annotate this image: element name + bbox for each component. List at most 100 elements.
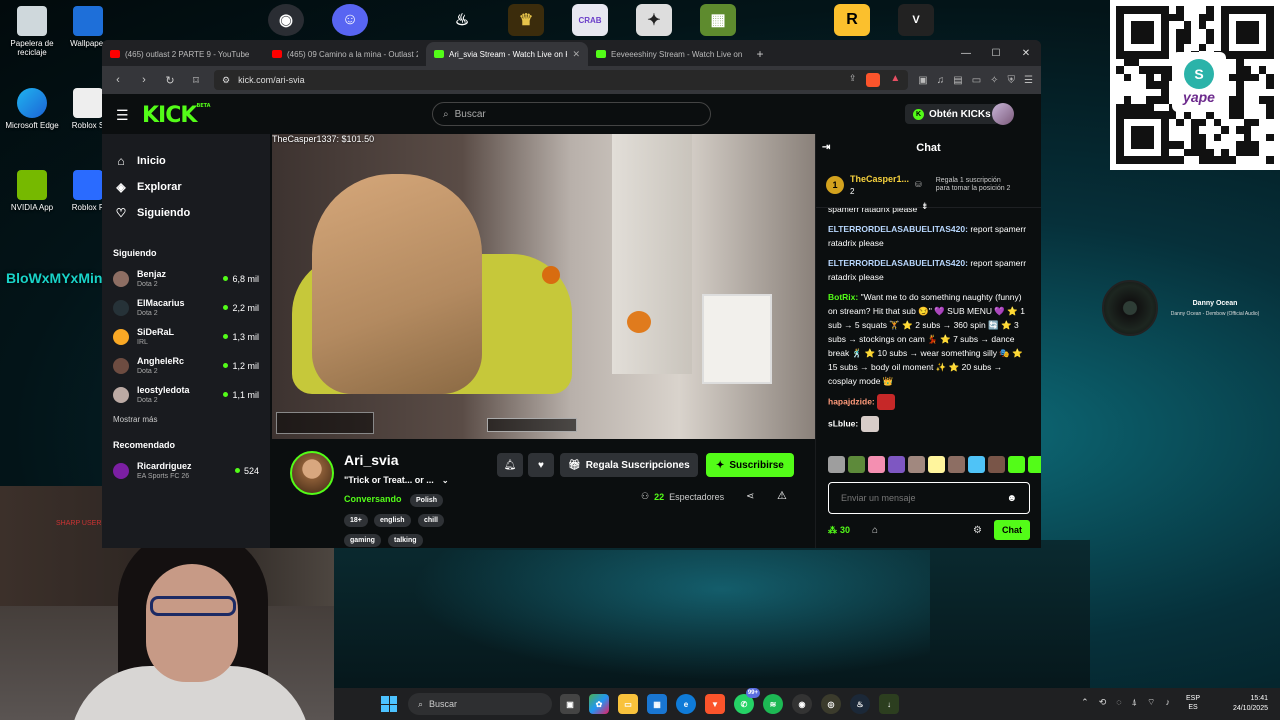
emote-icon[interactable] <box>948 456 965 473</box>
music-icon[interactable]: ♫ <box>937 75 945 86</box>
tag-talking[interactable]: talking <box>388 534 423 547</box>
follow-button[interactable]: ♥ <box>528 453 554 477</box>
emoji-picker-icon[interactable]: ☻ <box>1006 493 1017 504</box>
steam-taskbar-icon[interactable]: ♨ <box>850 694 870 714</box>
tab-kick-eeveeeshiny[interactable]: Eeveeeshiny Stream - Watch Live on Kick <box>588 42 750 66</box>
network-alt-icon[interactable]: ⟲ <box>1099 697 1107 708</box>
language-indicator[interactable]: ESP ES <box>1186 694 1200 712</box>
minimize-icon[interactable]: — <box>951 40 981 66</box>
gta-v-icon[interactable]: V <box>898 4 934 36</box>
search-input[interactable]: ⌕ Buscar <box>432 102 711 126</box>
kick-app-icon[interactable]: ↓ <box>879 694 899 714</box>
rockstar-icon[interactable]: R <box>834 4 870 36</box>
following-channel[interactable]: AngheleRc Dota 2 1,2 mil <box>102 351 270 380</box>
show-more-link[interactable]: Mostrar más <box>102 415 270 424</box>
reload-icon[interactable]: ↻ <box>162 74 178 87</box>
forward-icon[interactable]: › <box>136 74 152 86</box>
game-shortcut-icon[interactable]: ♛ <box>508 4 544 36</box>
vpn-icon[interactable]: ⛨ <box>1008 75 1016 86</box>
reader-icon[interactable]: ▤ <box>953 75 962 86</box>
brave-shields-icon[interactable] <box>866 73 881 87</box>
close-window-icon[interactable]: ✕ <box>1011 40 1041 66</box>
chat-username[interactable]: hapajdzide: <box>828 396 875 406</box>
chevron-up-icon[interactable]: ⌃ <box>1081 697 1089 708</box>
gift-cta-text[interactable]: Regala 1 suscripción para tomar la posic… <box>936 177 1011 193</box>
file-explorer-icon[interactable]: ▭ <box>618 694 638 714</box>
emote-icon[interactable] <box>828 456 845 473</box>
taskbar-search[interactable]: ⌕ Buscar <box>408 693 552 715</box>
streamer-name[interactable]: Ari_svia <box>344 452 398 468</box>
tag-gaming[interactable]: gaming <box>344 534 381 547</box>
chat-input[interactable]: Enviar un mensaje ☻ <box>828 482 1030 514</box>
subscribe-button[interactable]: ✦ Suscribirse <box>706 453 794 477</box>
top-gifter-name[interactable]: TheCasper1... <box>850 174 909 184</box>
close-tab-icon[interactable]: ✕ <box>572 49 580 60</box>
edge-shortcut[interactable]: Microsoft Edge <box>0 88 64 130</box>
site-info-icon[interactable]: ⚙ <box>222 75 230 86</box>
emote-icon[interactable] <box>848 456 865 473</box>
following-channel[interactable]: Benjaz Dota 2 6,8 mil <box>102 264 270 293</box>
obs-taskbar-icon[interactable]: ◉ <box>792 694 812 714</box>
kick-logo[interactable]: KICKBETA <box>142 103 211 128</box>
recycle-bin-shortcut[interactable]: Papelera de reciclaje <box>0 6 64 57</box>
stream-title[interactable]: "Trick or Treat... or ... ⌄ <box>344 475 449 485</box>
maximize-icon[interactable]: ☐ <box>981 40 1011 66</box>
steam-icon[interactable]: ♨ <box>444 4 480 36</box>
emote-icon[interactable] <box>988 456 1005 473</box>
following-channel[interactable]: SiDeRaL IRL 1,3 mil <box>102 322 270 351</box>
share-page-icon[interactable]: ⇪ <box>849 73 857 87</box>
address-bar[interactable]: ⚙ kick.com/ari-svia ⇪ ▲ <box>214 70 909 90</box>
speaker-icon[interactable]: ♪ <box>1166 697 1171 708</box>
tab-kick-ari-svia[interactable]: Ari_svia Stream - Watch Live on Kick ✕ <box>426 42 588 66</box>
spotify-icon[interactable]: ≋ <box>763 694 783 714</box>
microphone-icon[interactable]: ⍋ <box>1132 697 1137 708</box>
hamburger-menu-icon[interactable]: ☰ <box>116 107 129 124</box>
volume-icon[interactable]: ◌ <box>1116 697 1121 708</box>
sidebar-item-inicio[interactable]: ⌂ Inicio <box>102 148 270 174</box>
chat-username[interactable]: BotRix: <box>828 292 858 302</box>
wallet-icon[interactable]: ▭ <box>972 75 981 86</box>
clock[interactable]: 15:41 24/10/2025 <box>1233 694 1268 714</box>
emote-icon[interactable] <box>908 456 925 473</box>
nvidia-taskbar-icon[interactable]: ◎ <box>821 694 841 714</box>
video-player[interactable] <box>272 134 815 439</box>
sidebar-item-explorar[interactable]: ◈ Explorar <box>102 174 270 200</box>
copilot-icon[interactable]: ✿ <box>589 694 609 714</box>
discord-icon[interactable]: ☺ <box>332 4 368 36</box>
emote-icon[interactable] <box>1028 456 1041 473</box>
store-app-icon[interactable]: ▦ <box>647 694 667 714</box>
user-avatar[interactable] <box>992 103 1014 125</box>
emote-icon[interactable] <box>868 456 885 473</box>
chat-username[interactable]: ELTERRORDELASABUELITAS420: <box>828 258 968 268</box>
tag-english[interactable]: english <box>374 514 411 527</box>
send-chat-button[interactable]: Chat <box>994 520 1030 540</box>
tab-youtube-2[interactable]: (465) 09 Camino a la mina - Outlast 2 <box>264 42 426 66</box>
emote-icon[interactable] <box>1008 456 1025 473</box>
chat-settings-icon[interactable]: ⚙ <box>973 525 982 536</box>
chat-username[interactable]: sLblue: <box>828 418 858 428</box>
menu-icon[interactable]: ☰ <box>1024 75 1033 86</box>
game-character-icon[interactable]: ✦ <box>636 4 672 36</box>
start-button[interactable] <box>381 696 397 712</box>
emote-icon[interactable] <box>968 456 985 473</box>
sidebar-item-siguiendo[interactable]: ♡ Siguiendo <box>102 200 270 226</box>
bookmark-icon[interactable]: ⌑ <box>188 74 204 87</box>
leo-ai-icon[interactable]: ✧ <box>990 75 998 86</box>
streamer-avatar[interactable] <box>290 451 334 495</box>
wifi-icon[interactable]: ⌔ <box>1147 697 1155 708</box>
emote-icon[interactable] <box>888 456 905 473</box>
sidebar-icon[interactable]: ▣ <box>918 75 927 86</box>
edge-icon[interactable]: e <box>676 694 696 714</box>
channel-points[interactable]: ⁂ 30 <box>828 525 850 536</box>
tab-youtube-1[interactable]: (465) outlast 2 PARTE 9 - YouTube <box>102 42 264 66</box>
nvidia-app-shortcut[interactable]: NVIDIA App <box>0 170 64 212</box>
back-icon[interactable]: ‹ <box>110 74 126 86</box>
get-kicks-button[interactable]: K Obtén KICKs <box>905 104 999 124</box>
whatsapp-icon[interactable]: ✆ 99+ <box>734 688 760 714</box>
recommended-channel[interactable]: Ricardriguez EA Sports FC 26 524 <box>102 456 270 485</box>
share-icon[interactable]: ⋖ <box>746 491 754 502</box>
gift-subs-button[interactable]: 🎁︎ Regala Suscripciones <box>560 453 698 477</box>
minecraft-icon[interactable]: ▦ <box>700 4 736 36</box>
stream-category[interactable]: Conversando <box>344 494 402 504</box>
notifications-button[interactable]: 🔔︎ <box>497 453 523 477</box>
